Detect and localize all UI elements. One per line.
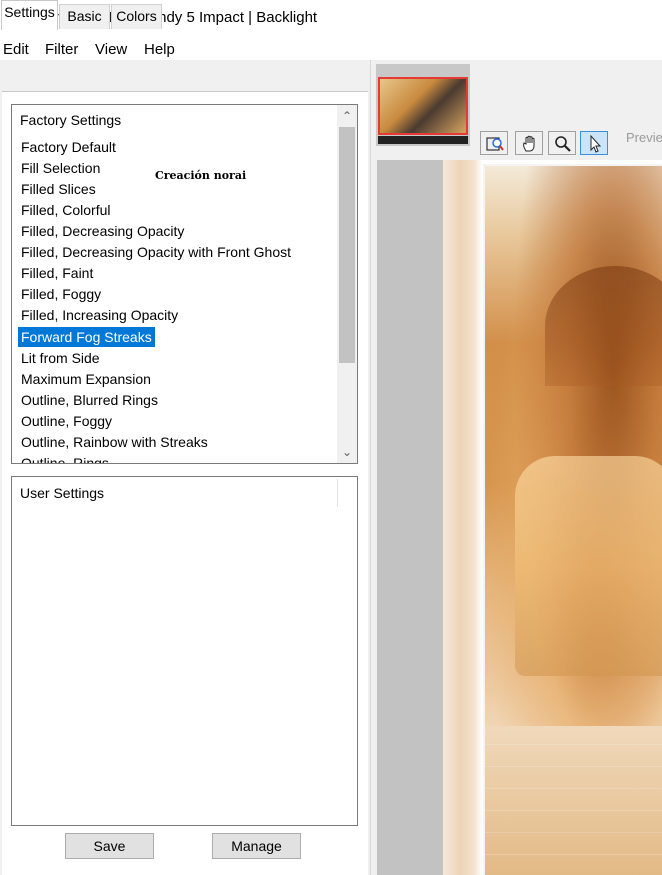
bed-canopy xyxy=(545,266,662,386)
list-item[interactable]: Outline, Rings xyxy=(18,453,112,463)
tab-colors[interactable]: Colors xyxy=(111,4,162,29)
column-divider xyxy=(337,479,338,507)
user-settings-list[interactable]: User Settings xyxy=(11,476,358,826)
menu-help[interactable]: Help xyxy=(144,41,175,58)
list-item[interactable]: Filled, Foggy xyxy=(18,284,104,304)
list-item[interactable]: Filled, Decreasing Opacity xyxy=(18,221,187,241)
menu-bar: Edit Filter View Help xyxy=(0,38,662,60)
menu-view[interactable]: View xyxy=(95,41,127,58)
preview-label: Previe xyxy=(626,130,662,145)
bed xyxy=(515,456,662,676)
preview-image[interactable] xyxy=(443,160,662,875)
list-item[interactable]: Filled, Faint xyxy=(18,263,96,283)
navigator-thumbnail-base xyxy=(378,136,468,144)
list-item[interactable]: Outline, Foggy xyxy=(18,411,115,431)
list-item[interactable]: Lit from Side xyxy=(18,348,103,368)
pointer-icon[interactable] xyxy=(580,131,608,155)
manage-button[interactable]: Manage xyxy=(212,833,301,859)
watermark-text: Creación norai xyxy=(155,169,247,182)
bedroom-image xyxy=(483,164,662,875)
navigator-thumbnail[interactable] xyxy=(378,77,468,135)
list-item[interactable]: Fill Selection xyxy=(18,158,103,178)
zoom-fit-icon[interactable] xyxy=(480,131,508,155)
menu-edit[interactable]: Edit xyxy=(3,41,29,58)
list-scrollbar[interactable]: ⌃ ⌄ xyxy=(337,105,357,463)
list-item[interactable]: Filled, Decreasing Opacity with Front Gh… xyxy=(18,242,294,262)
user-settings-header: User Settings xyxy=(20,485,105,501)
list-item[interactable]: Outline, Blurred Rings xyxy=(18,390,161,410)
scroll-up-icon[interactable]: ⌃ xyxy=(337,107,357,125)
tab-basic[interactable]: Basic xyxy=(59,4,110,29)
list-item[interactable]: Filled, Increasing Opacity xyxy=(18,305,181,325)
list-item-selected[interactable]: Forward Fog Streaks xyxy=(18,327,155,347)
list-item[interactable]: Filled Slices xyxy=(18,179,99,199)
floor xyxy=(485,726,662,875)
hand-icon[interactable] xyxy=(515,131,543,155)
list-item[interactable]: Maximum Expansion xyxy=(18,369,154,389)
scroll-thumb[interactable] xyxy=(339,127,355,363)
magnifier-icon[interactable] xyxy=(548,131,576,155)
factory-settings-header: Factory Settings xyxy=(20,112,122,128)
factory-settings-list[interactable]: Factory Settings Factory Default Fill Se… xyxy=(11,104,358,464)
list-item[interactable]: Factory Default xyxy=(18,137,119,157)
menu-filter[interactable]: Filter xyxy=(45,41,78,58)
scroll-down-icon[interactable]: ⌄ xyxy=(337,443,357,461)
tab-settings[interactable]: Settings xyxy=(1,0,58,30)
list-item[interactable]: Filled, Colorful xyxy=(18,200,113,220)
list-item[interactable]: Outline, Rainbow with Streaks xyxy=(18,432,211,452)
save-button[interactable]: Save xyxy=(65,833,154,859)
